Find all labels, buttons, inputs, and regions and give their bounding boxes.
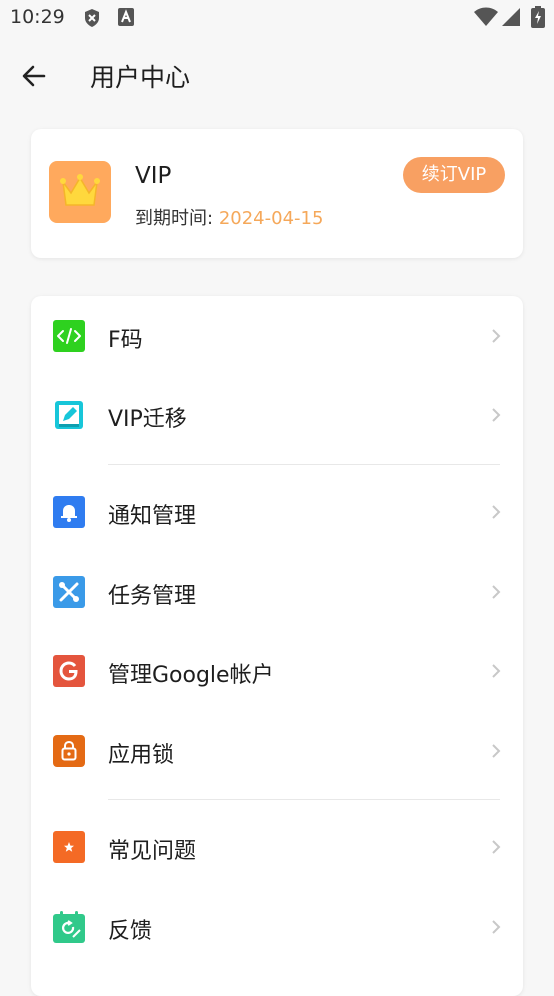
menu-item-label: VIP迁移 xyxy=(108,407,187,432)
vip-title: VIP xyxy=(135,163,172,189)
star-icon xyxy=(53,831,85,863)
menu-item-notifications[interactable]: 通知管理 xyxy=(31,482,523,542)
menu-item-label: 任务管理 xyxy=(108,584,197,609)
chevron-right-icon xyxy=(492,408,501,422)
page-title: 用户中心 xyxy=(90,63,191,92)
google-icon xyxy=(53,655,85,687)
menu-item-label: 反馈 xyxy=(108,919,153,944)
code-icon xyxy=(53,320,85,352)
tools-icon xyxy=(53,576,85,608)
edit-icon xyxy=(55,401,83,429)
menu-item-label: F码 xyxy=(108,328,143,353)
crown-icon xyxy=(60,174,100,206)
renew-vip-button[interactable]: 续订VIP xyxy=(403,157,505,193)
wifi-icon xyxy=(474,7,498,26)
menu-item-label: 通知管理 xyxy=(108,504,197,529)
divider xyxy=(108,799,500,800)
menu-card: F码 VIP迁移 通知管理 任务管理 管理Google帐户 应用锁 常见问题 反… xyxy=(31,296,523,996)
menu-item-google-account[interactable]: 管理Google帐户 xyxy=(31,641,523,701)
menu-item-f-code[interactable]: F码 xyxy=(31,306,523,366)
menu-item-vip-migration[interactable]: VIP迁移 xyxy=(31,385,523,445)
app-bar: 用户中心 xyxy=(0,38,554,114)
status-time: 10:29 xyxy=(10,6,65,28)
signal-icon xyxy=(502,8,520,26)
bell-icon xyxy=(53,496,85,528)
menu-item-app-lock[interactable]: 应用锁 xyxy=(31,721,523,781)
chevron-right-icon xyxy=(492,329,501,343)
menu-item-label: 应用锁 xyxy=(108,743,175,768)
back-arrow-icon[interactable] xyxy=(20,62,48,90)
shield-icon xyxy=(85,9,99,27)
chevron-right-icon xyxy=(492,585,501,599)
vip-expiry: 到期时间: 2024-04-15 xyxy=(135,204,323,230)
vip-badge xyxy=(49,161,111,223)
feedback-icon xyxy=(53,911,85,943)
chevron-right-icon xyxy=(492,840,501,854)
menu-item-faq[interactable]: 常见问题 xyxy=(31,817,523,877)
vip-card: VIP 到期时间: 2024-04-15 续订VIP xyxy=(31,129,523,258)
chevron-right-icon xyxy=(492,744,501,758)
menu-item-label: 常见问题 xyxy=(108,839,197,864)
divider xyxy=(108,464,500,465)
expiry-date: 2024-04-15 xyxy=(218,208,324,229)
a-icon xyxy=(118,8,134,26)
menu-item-tasks[interactable]: 任务管理 xyxy=(31,562,523,622)
chevron-right-icon xyxy=(492,920,501,934)
expiry-label: 到期时间: xyxy=(135,208,214,229)
chevron-right-icon xyxy=(492,505,501,519)
lock-icon xyxy=(53,735,85,767)
menu-item-feedback[interactable]: 反馈 xyxy=(31,897,523,957)
status-bar: 10:29 xyxy=(0,0,554,38)
battery-icon xyxy=(531,6,545,28)
menu-item-label: 管理Google帐户 xyxy=(108,663,274,688)
chevron-right-icon xyxy=(492,664,501,678)
